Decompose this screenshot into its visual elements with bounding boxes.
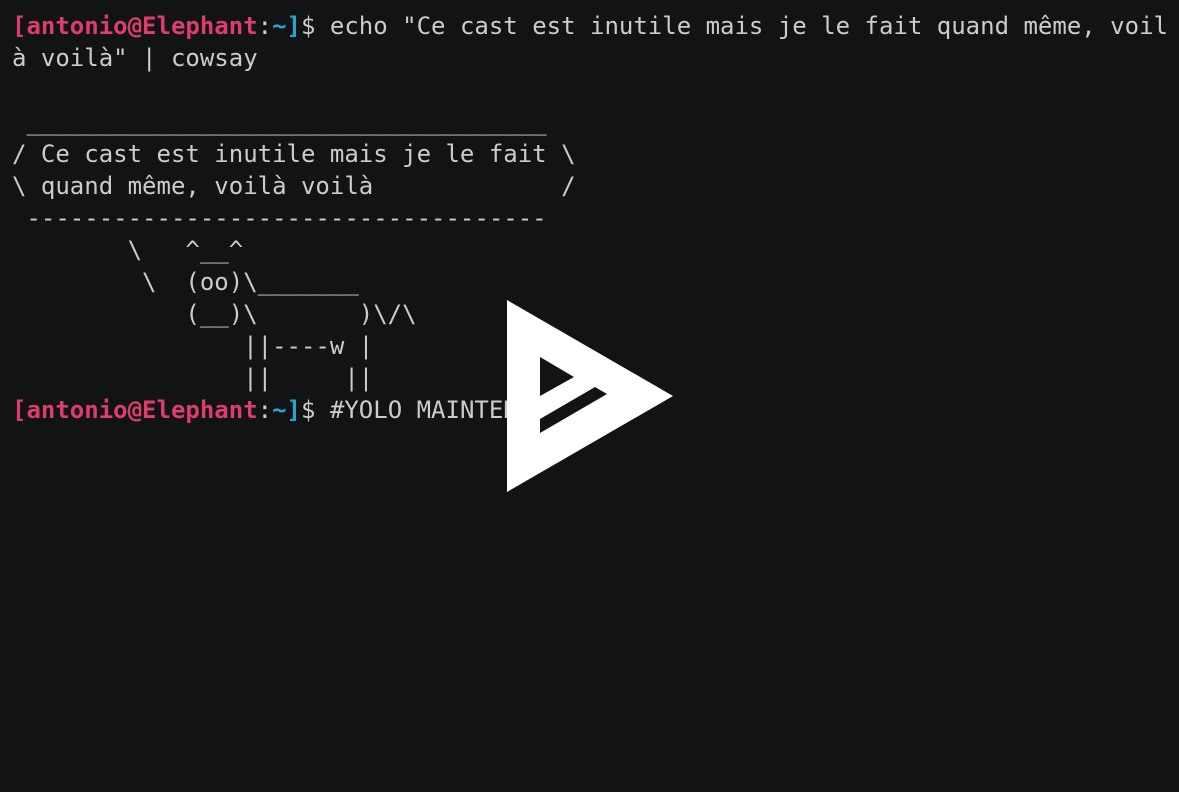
prompt-close-bracket: ]: [286, 396, 301, 424]
prompt-open-bracket: [: [12, 12, 27, 40]
asciinema-play-icon: [507, 300, 673, 492]
cowsay-line: ____________________________________: [12, 108, 547, 136]
prompt-user-host: antonio@Elephant: [26, 12, 258, 40]
prompt-colon: :: [257, 396, 273, 424]
prompt-dollar: $: [301, 12, 330, 40]
prompt-open-bracket: [: [12, 396, 27, 424]
command-text: echo "Ce cast est inutile mais je le fai…: [329, 12, 1168, 40]
cowsay-line: / Ce cast est inutile mais je le fait \: [12, 140, 576, 168]
prompt-colon: :: [257, 12, 273, 40]
cowsay-line: \ quand même, voilà voilà /: [12, 172, 576, 200]
cowsay-line: \ (oo)\_______: [12, 268, 359, 296]
play-button[interactable]: [507, 300, 673, 492]
prompt-user-host: antonio@Elephant: [26, 396, 258, 424]
prompt-path: ~: [272, 12, 287, 40]
command-continuation: à voilà" | cowsay: [12, 44, 258, 72]
prompt-path: ~: [272, 396, 287, 424]
cowsay-line: \ ^__^: [12, 236, 244, 264]
cowsay-line: ------------------------------------: [12, 204, 547, 232]
terminal-window: [antonio@Elephant:~]$ echo "Ce cast est …: [0, 0, 1179, 792]
terminal-line: [antonio@Elephant:~]$ echo "Ce cast est …: [12, 10, 1179, 42]
prompt-dollar: $: [301, 396, 330, 424]
prompt-close-bracket: ]: [286, 12, 301, 40]
